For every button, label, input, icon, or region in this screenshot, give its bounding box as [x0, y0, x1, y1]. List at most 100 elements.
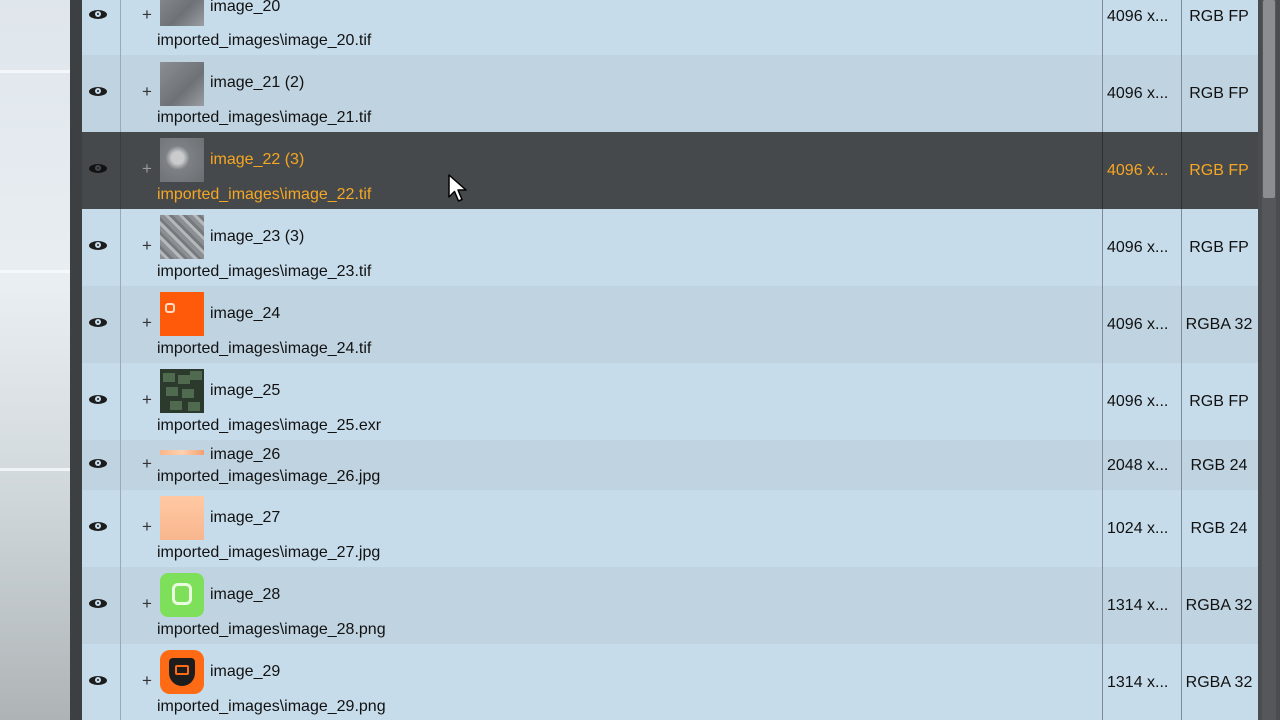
image-name: image_20 — [210, 0, 281, 15]
image-path: imported_images\image_26.jpg — [157, 468, 381, 485]
image-format: RGB FP — [1189, 393, 1249, 410]
plus-icon[interactable]: + — [142, 518, 152, 535]
image-format: RGB FP — [1189, 8, 1249, 25]
list-item[interactable]: + image_25 imported_images\image_25.exr … — [82, 363, 1258, 440]
eye-icon[interactable] — [89, 459, 107, 468]
image-thumbnail — [160, 450, 204, 455]
resolution-column: 2048 x... — [1102, 440, 1182, 490]
image-resolution: 4096 x... — [1107, 8, 1169, 25]
list-item[interactable]: + image_27 imported_images\image_27.jpg … — [82, 490, 1258, 567]
image-name: image_29 — [210, 663, 281, 680]
plus-icon[interactable]: + — [142, 160, 152, 177]
list-item[interactable]: + image_24 imported_images\image_24.tif … — [82, 286, 1258, 363]
image-format: RGB 24 — [1190, 457, 1248, 474]
plus-icon[interactable]: + — [142, 83, 152, 100]
image-name: image_26 — [210, 446, 281, 463]
visibility-column — [82, 440, 121, 490]
visibility-column — [82, 490, 121, 567]
resolution-column: 4096 x... — [1102, 286, 1182, 363]
image-thumbnail — [160, 369, 204, 413]
image-list: + image_20 imported_images\image_20.tif … — [82, 0, 1258, 720]
eye-icon[interactable] — [89, 522, 107, 531]
eye-icon[interactable] — [89, 318, 107, 327]
image-format: RGB 24 — [1190, 520, 1248, 537]
image-name: image_22 (3) — [210, 151, 305, 168]
image-resolution: 4096 x... — [1107, 162, 1169, 179]
image-thumbnail — [160, 496, 204, 540]
list-item[interactable]: + image_28 imported_images\image_28.png … — [82, 567, 1258, 644]
image-resolution: 4096 x... — [1107, 239, 1169, 256]
image-path: imported_images\image_28.png — [157, 621, 386, 638]
scrollbar-thumb[interactable] — [1263, 0, 1275, 198]
image-thumbnail — [160, 292, 204, 336]
list-item[interactable]: + image_23 (3) imported_images\image_23.… — [82, 209, 1258, 286]
plus-icon[interactable]: + — [142, 595, 152, 612]
image-path: imported_images\image_27.jpg — [157, 544, 381, 561]
image-name: image_21 (2) — [210, 74, 305, 91]
resolution-column: 4096 x... — [1102, 132, 1182, 209]
visibility-column — [82, 55, 121, 132]
visibility-column — [82, 132, 121, 209]
image-name: image_23 (3) — [210, 228, 305, 245]
plus-icon[interactable]: + — [142, 6, 152, 23]
eye-icon[interactable] — [89, 676, 107, 685]
list-item[interactable]: + image_21 (2) imported_images\image_21.… — [82, 55, 1258, 132]
image-format: RGB FP — [1189, 162, 1249, 179]
image-resolution: 4096 x... — [1107, 316, 1169, 333]
image-path: imported_images\image_24.tif — [157, 340, 372, 357]
image-name: image_25 — [210, 382, 281, 399]
resolution-column: 4096 x... — [1102, 0, 1182, 55]
plus-icon[interactable]: + — [142, 314, 152, 331]
image-resolution: 4096 x... — [1107, 85, 1169, 102]
image-resolution: 4096 x... — [1107, 393, 1169, 410]
image-path: imported_images\image_22.tif — [157, 186, 372, 203]
eye-icon[interactable] — [89, 599, 107, 608]
list-item-selected[interactable]: + image_22 (3) imported_images\image_22.… — [82, 132, 1258, 209]
visibility-column — [82, 363, 121, 440]
eye-icon[interactable] — [89, 10, 107, 19]
background-stripe — [0, 70, 70, 73]
image-resolution: 1314 x... — [1107, 597, 1169, 614]
panel-border-left — [70, 0, 82, 720]
visibility-column — [82, 0, 121, 55]
resolution-column: 4096 x... — [1102, 55, 1182, 132]
plus-icon[interactable]: + — [142, 455, 152, 472]
eye-icon[interactable] — [89, 164, 107, 173]
image-format: RGBA 32 — [1185, 316, 1253, 333]
resolution-column: 1314 x... — [1102, 644, 1182, 720]
plus-icon[interactable]: + — [142, 672, 152, 689]
image-thumbnail — [160, 573, 204, 617]
image-path: imported_images\image_29.png — [157, 698, 386, 715]
image-name: image_27 — [210, 509, 281, 526]
image-format: RGBA 32 — [1185, 674, 1253, 691]
resolution-column: 1314 x... — [1102, 567, 1182, 644]
image-thumbnail — [160, 138, 204, 182]
image-name: image_28 — [210, 586, 281, 603]
image-thumbnail — [160, 0, 204, 26]
image-path: imported_images\image_23.tif — [157, 263, 372, 280]
eye-icon[interactable] — [89, 395, 107, 404]
image-resolution: 1314 x... — [1107, 674, 1169, 691]
resolution-column: 4096 x... — [1102, 363, 1182, 440]
image-name: image_24 — [210, 305, 281, 322]
plus-icon[interactable]: + — [142, 391, 152, 408]
image-format: RGB FP — [1189, 85, 1249, 102]
list-item[interactable]: + image_29 imported_images\image_29.png … — [82, 644, 1258, 720]
eye-icon[interactable] — [89, 87, 107, 96]
visibility-column — [82, 567, 121, 644]
list-item[interactable]: + image_20 imported_images\image_20.tif … — [82, 0, 1258, 55]
resolution-column: 4096 x... — [1102, 209, 1182, 286]
list-item[interactable]: + image_26 imported_images\image_26.jpg … — [82, 440, 1258, 490]
visibility-column — [82, 209, 121, 286]
mouse-cursor-icon — [448, 174, 467, 202]
eye-icon[interactable] — [89, 241, 107, 250]
image-resolution: 1024 x... — [1107, 520, 1169, 537]
background-stripe — [0, 468, 70, 471]
visibility-column — [82, 286, 121, 363]
visibility-column — [82, 644, 121, 720]
background-stripe — [0, 270, 70, 273]
image-format: RGBA 32 — [1185, 597, 1253, 614]
image-path: imported_images\image_20.tif — [157, 32, 372, 49]
plus-icon[interactable]: + — [142, 237, 152, 254]
image-thumbnail — [160, 62, 204, 106]
